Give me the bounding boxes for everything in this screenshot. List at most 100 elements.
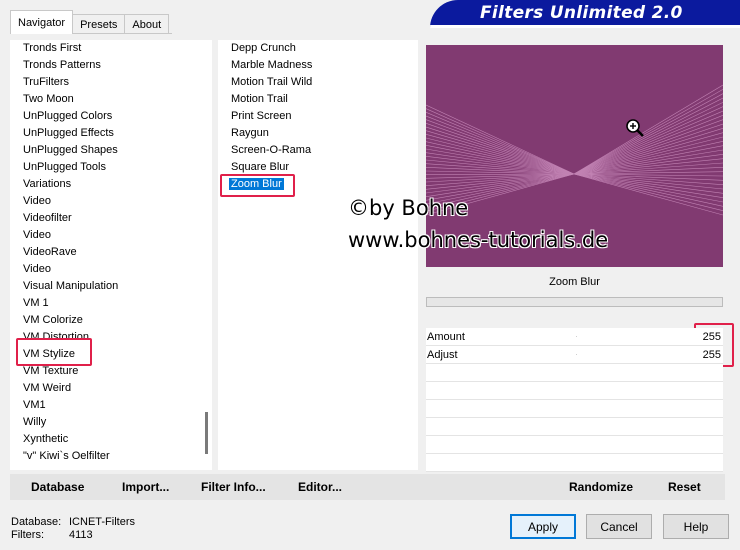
status-filters-value: 4113 (69, 529, 93, 541)
category-item[interactable]: Video (10, 193, 212, 210)
status-filters: Filters: 4113 (11, 529, 93, 541)
current-filter-name: Zoom Blur (549, 276, 600, 288)
filter-list[interactable]: Depp Crunch Marble Madness Motion Trail Wi… (218, 40, 418, 193)
category-item-label: VM 1 (23, 297, 49, 309)
tab-bar: Navigator Presets About (10, 10, 170, 34)
filter-item-label: Screen-O-Rama (231, 144, 312, 156)
status-database-label: Database: (11, 516, 62, 528)
param-row-adjust[interactable]: Adjust 255 (426, 346, 723, 364)
category-item-label: UnPlugged Colors (23, 110, 113, 122)
category-item[interactable]: VM Distortion (10, 329, 212, 346)
param-row-empty (426, 400, 723, 418)
param-slider-track[interactable] (576, 336, 577, 337)
category-item-label: Video (23, 229, 51, 241)
category-item[interactable]: Video (10, 227, 212, 244)
filter-item[interactable]: Depp Crunch (218, 40, 418, 57)
filter-item[interactable]: Print Screen (218, 108, 418, 125)
category-item[interactable]: Video (10, 261, 212, 278)
tab-navigator[interactable]: Navigator (10, 10, 74, 34)
apply-button[interactable]: Apply (510, 514, 576, 539)
param-slider-track[interactable] (576, 354, 577, 355)
param-row-amount[interactable]: Amount 255 (426, 328, 723, 346)
category-item-label: Two Moon (23, 93, 74, 105)
category-item[interactable]: UnPlugged Colors (10, 108, 212, 125)
category-item-label: VM1 (23, 399, 46, 411)
category-item-label: Video (23, 263, 51, 275)
status-database-value: ICNET-Filters (69, 516, 135, 528)
category-item[interactable]: Tronds Patterns (10, 57, 212, 74)
category-item[interactable]: Tronds First (10, 40, 212, 57)
category-item[interactable]: UnPlugged Shapes (10, 142, 212, 159)
filter-item-label: Motion Trail Wild (231, 76, 313, 88)
category-item-label: VM Texture (23, 365, 79, 377)
filter-item[interactable]: Raygun (218, 125, 418, 142)
status-filters-label: Filters: (11, 529, 44, 541)
category-item[interactable]: VideoRave (10, 244, 212, 261)
category-item-label: Videofilter (23, 212, 72, 224)
category-item-label: VM Colorize (23, 314, 83, 326)
category-item[interactable]: Willy (10, 414, 212, 431)
category-item[interactable]: VM Weird (10, 380, 212, 397)
category-scrollbar[interactable] (205, 412, 208, 454)
tab-presets[interactable]: Presets (72, 14, 126, 34)
category-item[interactable]: VM 1 (10, 295, 212, 312)
param-label: Adjust (427, 349, 458, 361)
filter-item-label: Print Screen (231, 110, 292, 122)
category-item[interactable]: UnPlugged Effects (10, 125, 212, 142)
param-label: Amount (427, 331, 465, 343)
category-item-label: Variations (23, 178, 72, 190)
filter-item[interactable]: Square Blur (218, 159, 418, 176)
category-item[interactable]: VM Stylize (10, 346, 212, 363)
filter-item-label: Marble Madness (231, 59, 313, 71)
app-title: Filters Unlimited 2.0 (480, 3, 683, 23)
filter-info-button[interactable]: Filter Info... (201, 480, 266, 494)
category-item[interactable]: VM1 (10, 397, 212, 414)
title-banner: Filters Unlimited 2.0 (430, 0, 740, 28)
progress-bar (426, 297, 723, 307)
cancel-button[interactable]: Cancel (586, 514, 652, 539)
param-value: 255 (702, 349, 721, 361)
parameter-list: Amount 255 Adjust 255 (426, 328, 723, 472)
watermark-url: www.bohnes-tutorials.de (348, 228, 609, 252)
filter-item[interactable]: Motion Trail (218, 91, 418, 108)
category-list-panel[interactable]: Tronds First Tronds Patterns TruFilters Two… (10, 40, 212, 470)
filter-item[interactable]: Marble Madness (218, 57, 418, 74)
filter-item-label: Square Blur (231, 161, 290, 173)
filter-item[interactable]: Screen-O-Rama (218, 142, 418, 159)
category-item[interactable]: Two Moon (10, 91, 212, 108)
filter-list-panel[interactable]: Depp Crunch Marble Madness Motion Trail Wi… (218, 40, 418, 470)
randomize-button[interactable]: Randomize (569, 480, 633, 494)
category-item[interactable]: "v" Kiwi`s Oelfilter (10, 448, 212, 465)
category-item-label: Willy (23, 416, 47, 428)
filter-item-label: Zoom Blur (229, 178, 284, 190)
status-database: Database: ICNET-Filters (11, 516, 135, 528)
category-item-label: UnPlugged Shapes (23, 144, 118, 156)
category-item[interactable]: VM Texture (10, 363, 212, 380)
category-item[interactable]: TruFilters (10, 74, 212, 91)
category-item-label: VideoRave (23, 246, 77, 258)
help-button[interactable]: Help (663, 514, 729, 539)
category-list[interactable]: Tronds First Tronds Patterns TruFilters Two… (10, 40, 212, 465)
editor-button[interactable]: Editor... (298, 480, 342, 494)
tab-about[interactable]: About (124, 14, 170, 34)
category-item-label: TruFilters (23, 76, 70, 88)
database-button[interactable]: Database (31, 480, 84, 494)
category-item-label: Tronds First (23, 42, 82, 54)
magnifier-zoom-icon[interactable] (625, 118, 645, 138)
reset-button[interactable]: Reset (668, 480, 701, 494)
filter-item[interactable]: Zoom Blur (218, 176, 418, 193)
category-item[interactable]: UnPlugged Tools (10, 159, 212, 176)
category-item-label: Video (23, 195, 51, 207)
category-item[interactable]: Xynthetic (10, 431, 212, 448)
category-item-label: UnPlugged Effects (23, 127, 114, 139)
param-row-empty (426, 436, 723, 454)
category-item[interactable]: Visual Manipulation (10, 278, 212, 295)
category-item[interactable]: VM Colorize (10, 312, 212, 329)
category-item[interactable]: Variations (10, 176, 212, 193)
bottom-toolbar: Database Import... Filter Info... Editor… (10, 474, 725, 500)
import-button[interactable]: Import... (122, 480, 169, 494)
category-item-label: "v" Kiwi`s Oelfilter (23, 450, 110, 462)
category-item-label: VM Weird (23, 382, 72, 394)
filter-item[interactable]: Motion Trail Wild (218, 74, 418, 91)
category-item[interactable]: Videofilter (10, 210, 212, 227)
